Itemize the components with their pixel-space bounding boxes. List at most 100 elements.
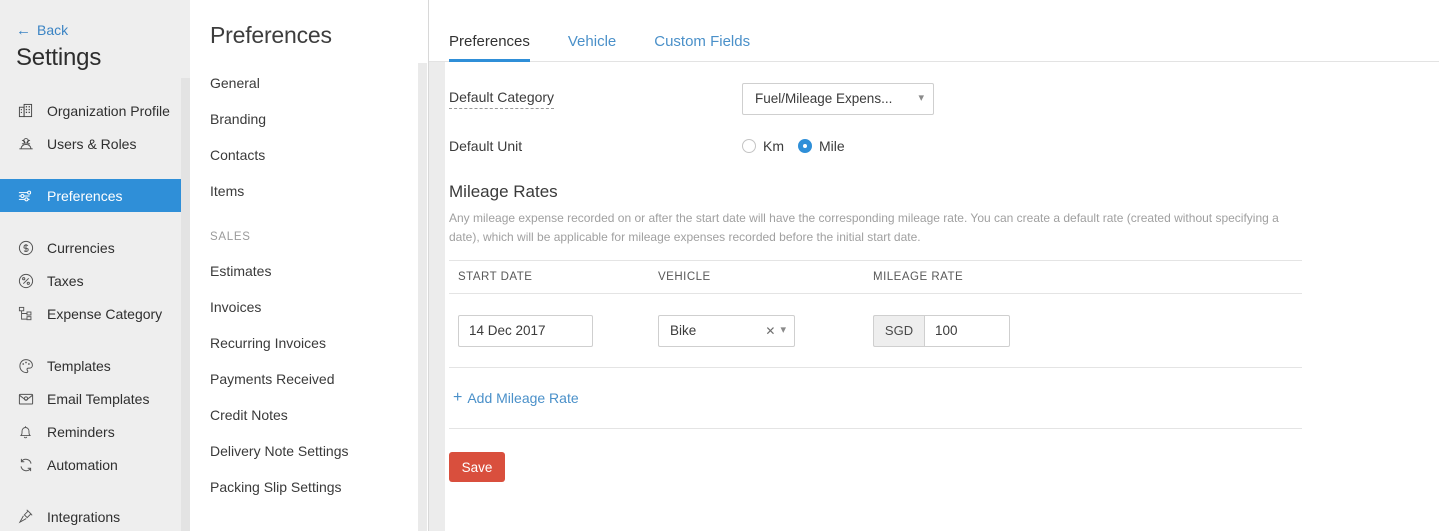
envelope-icon <box>17 390 34 407</box>
back-label: Back <box>37 22 68 38</box>
sidebar-item-organization-profile[interactable]: Organization Profile <box>0 94 190 127</box>
pref-item-packing-slip-settings[interactable]: Packing Slip Settings <box>190 469 428 505</box>
tab-preferences[interactable]: Preferences <box>449 34 549 61</box>
users-icon <box>17 135 34 152</box>
sidebar-scrollbar[interactable] <box>181 78 190 531</box>
tab-vehicle[interactable]: Vehicle <box>549 34 635 61</box>
sidebar-item-label: Users & Roles <box>47 136 136 152</box>
pref-item-items[interactable]: Items <box>190 173 428 209</box>
dollar-circle-icon <box>17 239 34 256</box>
mileage-rate-field: SGD 100 <box>873 315 1302 347</box>
settings-sidebar: ← Back Settings <box>0 0 190 531</box>
sidebar-item-templates[interactable]: Templates <box>0 349 190 382</box>
nav-divider-gap <box>0 330 190 349</box>
radio-option-km[interactable]: Km <box>742 138 784 154</box>
mileage-rate-input[interactable]: 100 <box>924 315 1010 347</box>
table-row: 14 Dec 2017 Bike ✕ ▾ SGD <box>449 294 1302 368</box>
default-category-label-wrap: Default Category <box>449 89 742 109</box>
refresh-icon <box>17 456 34 473</box>
pref-item-payments-received[interactable]: Payments Received <box>190 361 428 397</box>
pref-item-recurring-invoices[interactable]: Recurring Invoices <box>190 325 428 361</box>
sidebar-item-expense-category[interactable]: Expense Category <box>0 297 190 330</box>
column-header-start-date: START DATE <box>449 271 658 283</box>
cell-mileage-rate: SGD 100 <box>873 315 1302 347</box>
preferences-column-scrollbar[interactable] <box>418 63 427 531</box>
sidebar-group-finance: Currencies Taxes <box>0 231 190 330</box>
percent-circle-icon <box>17 272 34 289</box>
default-category-label: Default Category <box>449 89 554 109</box>
sidebar-item-taxes[interactable]: Taxes <box>0 264 190 297</box>
start-date-input[interactable]: 14 Dec 2017 <box>458 315 593 347</box>
default-unit-row: Default Unit Km Mile <box>449 125 1439 166</box>
default-unit-radio-group: Km Mile <box>742 138 845 154</box>
app-root: ← Back Settings <box>0 0 1439 531</box>
vehicle-value: Bike <box>670 323 696 338</box>
sidebar-item-users-roles[interactable]: Users & Roles <box>0 127 190 160</box>
nav-divider-gap <box>0 160 190 179</box>
bell-icon <box>17 423 34 440</box>
tab-bar: Preferences Vehicle Custom Fields <box>429 0 1439 62</box>
chevron-down-icon: ▾ <box>918 93 924 104</box>
pref-section-sales-label: SALES <box>190 209 428 253</box>
mileage-rates-heading: Mileage Rates <box>449 182 1439 202</box>
default-category-row: Default Category Fuel/Mileage Expens... … <box>449 78 1439 119</box>
vehicle-select-controls: ✕ ▾ <box>765 324 786 338</box>
main-panel-scrollbar[interactable] <box>429 62 445 531</box>
default-unit-label: Default Unit <box>449 138 742 154</box>
back-link[interactable]: ← Back <box>0 0 190 38</box>
cell-vehicle: Bike ✕ ▾ <box>658 315 873 347</box>
pref-item-branding[interactable]: Branding <box>190 101 428 137</box>
pref-item-delivery-note-settings[interactable]: Delivery Note Settings <box>190 433 428 469</box>
sidebar-item-preferences[interactable]: Preferences <box>0 179 190 212</box>
sidebar-item-label: Organization Profile <box>47 103 170 119</box>
sidebar-item-label: Automation <box>47 457 118 473</box>
default-category-select[interactable]: Fuel/Mileage Expens... ▾ <box>742 83 934 115</box>
sidebar-group-preferences: Preferences <box>0 179 190 212</box>
currency-prefix: SGD <box>873 315 924 347</box>
sidebar-item-email-templates[interactable]: Email Templates <box>0 382 190 415</box>
arrow-left-icon: ← <box>16 23 31 38</box>
radio-option-mile[interactable]: Mile <box>798 138 845 154</box>
sliders-icon <box>17 187 34 204</box>
tab-custom-fields[interactable]: Custom Fields <box>635 34 769 61</box>
plus-icon: + <box>453 390 462 406</box>
sidebar-item-label: Currencies <box>47 240 115 256</box>
radio-mile-label: Mile <box>819 138 845 154</box>
sidebar-item-label: Taxes <box>47 273 84 289</box>
page-title: Settings <box>0 38 190 72</box>
sidebar-item-reminders[interactable]: Reminders <box>0 415 190 448</box>
mileage-rates-description: Any mileage expense recorded on or after… <box>449 209 1299 246</box>
pref-item-contacts[interactable]: Contacts <box>190 137 428 173</box>
pref-item-estimates[interactable]: Estimates <box>190 253 428 289</box>
close-icon[interactable]: ✕ <box>765 324 775 338</box>
add-mileage-rate-row: + Add Mileage Rate <box>449 368 1302 429</box>
save-button[interactable]: Save <box>449 452 505 482</box>
sidebar-group-templates: Templates Email Templates <box>0 349 190 481</box>
pref-item-general[interactable]: General <box>190 65 428 101</box>
default-category-value: Fuel/Mileage Expens... <box>755 91 892 106</box>
radio-km-label: Km <box>763 138 784 154</box>
radio-mile-indicator <box>798 139 812 153</box>
sidebar-item-label: Preferences <box>47 188 122 204</box>
sidebar-item-label: Email Templates <box>47 391 149 407</box>
radio-km-indicator <box>742 139 756 153</box>
column-header-mileage-rate: MILEAGE RATE <box>873 271 1302 283</box>
preferences-panel: Default Category Fuel/Mileage Expens... … <box>429 78 1439 482</box>
preferences-column-title: Preferences <box>190 0 428 49</box>
nav-divider-gap <box>0 212 190 231</box>
vehicle-select[interactable]: Bike ✕ ▾ <box>658 315 795 347</box>
add-mileage-rate-label: Add Mileage Rate <box>467 390 578 406</box>
sidebar-item-label: Expense Category <box>47 306 162 322</box>
sidebar-group-integrations: Integrations <box>0 500 190 531</box>
add-mileage-rate-button[interactable]: + Add Mileage Rate <box>453 390 579 406</box>
sidebar-item-automation[interactable]: Automation <box>0 448 190 481</box>
mileage-rates-table: START DATE VEHICLE MILEAGE RATE 14 Dec 2… <box>449 260 1302 429</box>
main-panel: Preferences Vehicle Custom Fields Defaul… <box>429 0 1439 531</box>
hierarchy-icon <box>17 305 34 322</box>
pref-item-credit-notes[interactable]: Credit Notes <box>190 397 428 433</box>
nav-divider-gap <box>0 481 190 500</box>
sidebar-item-currencies[interactable]: Currencies <box>0 231 190 264</box>
sidebar-nav: Organization Profile Users & Roles <box>0 94 190 531</box>
sidebar-item-integrations[interactable]: Integrations <box>0 500 190 531</box>
pref-item-invoices[interactable]: Invoices <box>190 289 428 325</box>
